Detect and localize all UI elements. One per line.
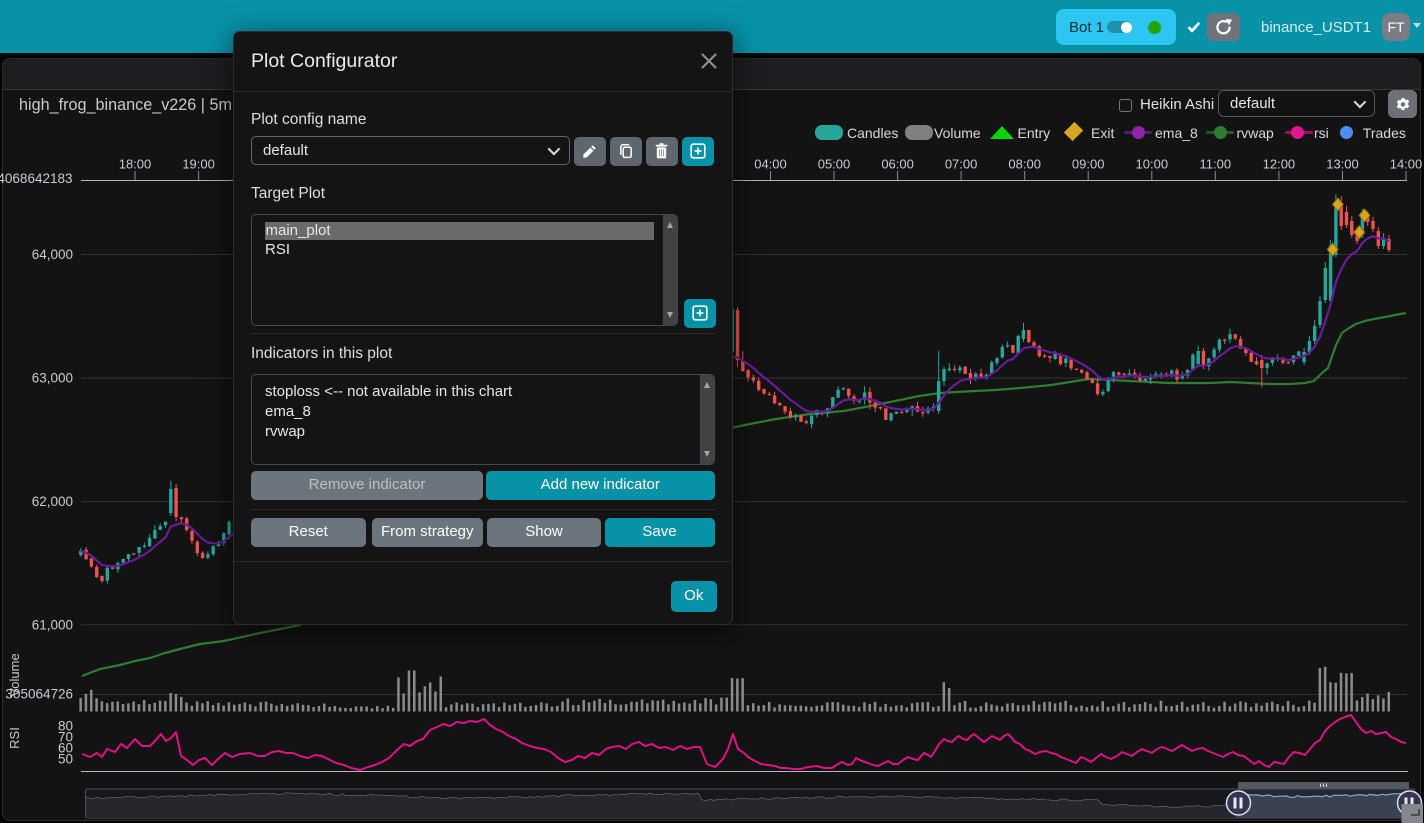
svg-text:14:00: 14:00 [1390, 157, 1423, 172]
svg-text:4068642183: 4068642183 [0, 171, 73, 186]
svg-text:61,000: 61,000 [32, 617, 73, 632]
svg-text:64,000: 64,000 [32, 247, 73, 262]
svg-text:10:00: 10:00 [1136, 157, 1169, 172]
svg-text:07:00: 07:00 [945, 157, 978, 172]
svg-text:62,000: 62,000 [32, 494, 73, 509]
svg-text:08:00: 08:00 [1008, 157, 1041, 172]
svg-text:11:00: 11:00 [1200, 157, 1232, 172]
svg-text:19:00: 19:00 [182, 157, 215, 172]
svg-text:05:00: 05:00 [818, 157, 851, 172]
svg-text:04:00: 04:00 [754, 157, 787, 172]
svg-text:63,000: 63,000 [32, 371, 73, 386]
svg-text:18:00: 18:00 [119, 157, 152, 172]
svg-text:12:00: 12:00 [1263, 157, 1296, 172]
svg-text:RSI: RSI [7, 727, 22, 749]
svg-text:Volume: Volume [7, 653, 22, 696]
svg-text:06:00: 06:00 [881, 157, 914, 172]
svg-text:50: 50 [58, 752, 73, 767]
svg-text:09:00: 09:00 [1072, 157, 1105, 172]
svg-text:13:00: 13:00 [1326, 157, 1359, 172]
